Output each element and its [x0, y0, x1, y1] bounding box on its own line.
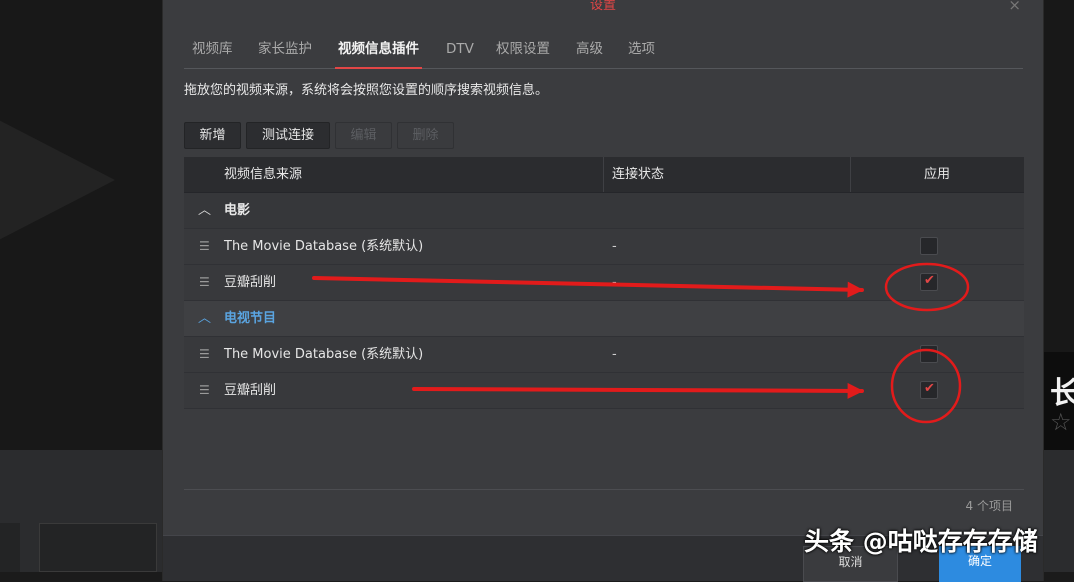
settings-dialog: 设置 × 视频库 家长监护 视频信息插件 DTV 权限设置 高级 选项 拖放您的… [163, 0, 1043, 582]
group-row-movies[interactable]: ︿ 电影 [184, 193, 1024, 229]
table-row[interactable]: ☰ 豆瓣刮削 - ✔ [184, 265, 1024, 301]
dialog-title: 设置 [589, 0, 616, 13]
connection-status: - [612, 239, 617, 254]
group-row-tv-shows[interactable]: ︿ 电视节目 [184, 301, 1024, 337]
footer-divider [184, 489, 1024, 490]
item-count: 4 个项目 [965, 499, 1013, 513]
tab-options[interactable]: 选项 [628, 36, 655, 68]
star-icon: ☆ [1050, 408, 1072, 436]
source-name: The Movie Database (系统默认) [224, 239, 424, 254]
delete-button[interactable]: 删除 [397, 122, 454, 149]
tab-dtv[interactable]: DTV [446, 36, 474, 68]
source-table: 视频信息来源 连接状态 应用 ︿ 电影 ☰ The Movie Database… [184, 157, 1024, 409]
watermark: 头条 @咕哒存存存储 [804, 527, 1038, 556]
connection-status: - [612, 347, 617, 362]
description-text: 拖放您的视频来源，系统将会按照您设置的顺序搜索视频信息。 [184, 83, 549, 98]
drag-handle-icon[interactable]: ☰ [199, 265, 210, 300]
source-name: The Movie Database (系统默认) [224, 347, 424, 362]
background-title-char: 长 [1050, 376, 1074, 411]
tab-bar: 视频库 家长监护 视频信息插件 DTV 权限设置 高级 选项 [184, 36, 1023, 69]
apply-checkbox[interactable]: ✔ [920, 381, 938, 399]
table-row[interactable]: ☰ 豆瓣刮削 ✔ [184, 373, 1024, 409]
checkmark-icon: ✔ [924, 381, 935, 396]
drag-handle-icon[interactable]: ☰ [199, 337, 210, 372]
apply-checkbox[interactable] [920, 345, 938, 363]
source-name: 豆瓣刮削 [224, 383, 277, 398]
table-header: 视频信息来源 连接状态 应用 [184, 157, 1024, 193]
tab-advanced[interactable]: 高级 [576, 36, 603, 68]
column-header-status[interactable]: 连接状态 [612, 157, 664, 192]
checkmark-icon: ✔ [924, 273, 935, 288]
table-row[interactable]: ☰ The Movie Database (系统默认) - [184, 337, 1024, 373]
column-header-apply[interactable]: 应用 [850, 157, 1024, 192]
chevron-up-icon[interactable]: ︿ [198, 301, 211, 336]
edit-button[interactable]: 编辑 [335, 122, 392, 149]
group-label: 电视节目 [224, 311, 277, 326]
table-row[interactable]: ☰ The Movie Database (系统默认) - [184, 229, 1024, 265]
tab-permissions[interactable]: 权限设置 [496, 36, 550, 68]
add-button[interactable]: 新增 [184, 122, 241, 149]
drag-handle-icon[interactable]: ☰ [199, 373, 210, 408]
background-thumbnail [0, 523, 20, 572]
close-icon[interactable]: × [1008, 0, 1021, 14]
test-connection-button[interactable]: 测试连接 [246, 122, 330, 149]
apply-checkbox[interactable] [920, 237, 938, 255]
apply-checkbox[interactable]: ✔ [920, 273, 938, 291]
group-label: 电影 [224, 203, 251, 218]
column-header-source[interactable]: 视频信息来源 [224, 157, 302, 192]
tab-video-library[interactable]: 视频库 [192, 36, 233, 68]
source-name: 豆瓣刮削 [224, 275, 277, 290]
drag-handle-icon[interactable]: ☰ [199, 229, 210, 264]
column-divider [603, 157, 604, 192]
connection-status: - [612, 275, 617, 290]
background-thumbnail [39, 523, 157, 572]
tab-video-info-plugin[interactable]: 视频信息插件 [335, 36, 422, 69]
play-icon [0, 100, 115, 260]
chevron-up-icon[interactable]: ︿ [198, 193, 211, 228]
tab-parental-control[interactable]: 家长监护 [258, 36, 312, 68]
